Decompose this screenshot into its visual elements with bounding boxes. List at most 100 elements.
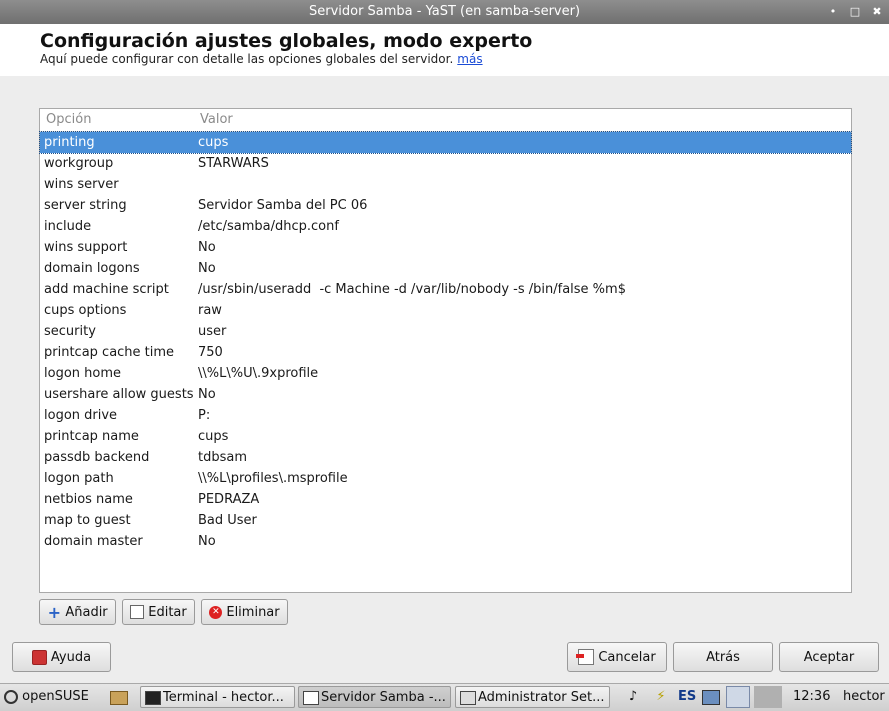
cell-value: \\%L\profiles\.msprofile xyxy=(198,471,348,486)
start-menu-label: openSUSE xyxy=(22,689,89,704)
cell-option: passdb backend xyxy=(44,450,150,465)
window-title: Servidor Samba - YaST (en samba-server) xyxy=(308,4,581,19)
plus-icon: + xyxy=(47,602,62,622)
table-row[interactable]: usershare allow guests No xyxy=(40,384,851,405)
help-button-label: Ayuda xyxy=(50,649,92,665)
cell-option: add machine script xyxy=(44,282,169,297)
workspace-1[interactable] xyxy=(726,686,750,708)
cell-value: /usr/sbin/useradd -c Machine -d /var/lib… xyxy=(198,282,626,297)
table-row[interactable]: printcap name cups xyxy=(40,426,851,447)
network-monitor-icon[interactable] xyxy=(702,686,720,708)
column-header-option[interactable]: Opción xyxy=(46,112,91,127)
edit-button[interactable]: Editar xyxy=(122,599,195,625)
help-icon xyxy=(31,649,47,665)
cell-value: 750 xyxy=(198,345,223,360)
column-header-value[interactable]: Valor xyxy=(200,112,233,127)
table-row[interactable]: printing cups xyxy=(39,131,852,154)
maximize-icon[interactable]: □ xyxy=(849,0,861,24)
file-manager-launcher[interactable] xyxy=(110,686,132,708)
cell-value: STARWARS xyxy=(198,156,269,171)
user-label[interactable]: hector xyxy=(843,686,889,708)
task-samba-label: Servidor Samba -... xyxy=(321,690,446,705)
cell-value: /etc/samba/dhcp.conf xyxy=(198,219,339,234)
accept-button[interactable]: Aceptar xyxy=(779,642,879,672)
task-samba[interactable]: Servidor Samba -... xyxy=(298,686,451,708)
table-row[interactable]: printcap cache time 750 xyxy=(40,342,851,363)
table-row[interactable]: wins support No xyxy=(40,237,851,258)
cell-value: tdbsam xyxy=(198,450,248,465)
start-menu[interactable]: openSUSE xyxy=(4,686,104,708)
clock[interactable]: 12:36 xyxy=(793,686,833,708)
add-button[interactable]: + Añadir xyxy=(39,599,116,625)
cell-value: cups xyxy=(198,429,229,444)
cell-value: No xyxy=(198,387,216,402)
cell-option: logon path xyxy=(44,471,114,486)
task-administrator-label: Administrator Set... xyxy=(478,690,605,705)
table-row[interactable]: include/etc/samba/dhcp.conf xyxy=(40,216,851,237)
table-row[interactable]: server string Servidor Samba del PC 06 xyxy=(40,195,851,216)
cell-option: workgroup xyxy=(44,156,114,171)
more-link[interactable]: más xyxy=(457,52,482,66)
window-titlebar[interactable]: Servidor Samba - YaST (en samba-server) … xyxy=(0,0,889,24)
delete-icon: ✕ xyxy=(209,605,223,619)
cell-option: domain logons xyxy=(44,261,140,276)
table-row[interactable]: domain logons No xyxy=(40,258,851,279)
cell-option: printcap cache time xyxy=(44,345,175,360)
cell-value: PEDRAZA xyxy=(198,492,260,507)
workspace-2[interactable] xyxy=(754,686,782,708)
table-row[interactable]: domain master No xyxy=(40,531,851,552)
subtitle-text: Aquí puede configurar con detalle las op… xyxy=(40,52,454,66)
table-row[interactable]: workgroup STARWARS xyxy=(40,153,851,174)
cell-option: printcap name xyxy=(44,429,139,444)
cell-option: map to guest xyxy=(44,513,131,528)
table-body: printing cups workgroup STARWARS wins server… xyxy=(39,131,852,552)
cell-option: security xyxy=(44,324,96,339)
cancel-button[interactable]: Cancelar xyxy=(567,642,667,672)
cell-value: cups xyxy=(198,135,229,150)
folder-icon xyxy=(110,691,128,705)
table-row[interactable]: map to guest Bad User xyxy=(40,510,851,531)
cell-option: printing xyxy=(44,135,95,150)
keyboard-layout-indicator[interactable]: ES xyxy=(678,686,698,708)
cell-value: No xyxy=(198,261,216,276)
back-button[interactable]: Atrás xyxy=(673,642,773,672)
power-icon[interactable]: ⚡ xyxy=(652,686,670,708)
cell-option: logon home xyxy=(44,366,121,381)
cell-option: include xyxy=(44,219,92,234)
options-table[interactable]: Opción Valor printing cups workgroup STARWA… xyxy=(39,108,852,593)
accept-button-label: Aceptar xyxy=(803,649,855,665)
task-terminal-label: Terminal - hector... xyxy=(163,690,284,705)
cell-option: usershare allow guests xyxy=(44,387,194,402)
cancel-button-label: Cancelar xyxy=(598,649,656,665)
minimize-icon[interactable]: • xyxy=(827,0,839,24)
window-controls: • □ ✖ xyxy=(827,0,883,24)
network-icon xyxy=(460,691,476,705)
taskbar: openSUSE Terminal - hector... Servidor S… xyxy=(0,683,889,711)
delete-button[interactable]: ✕ Eliminar xyxy=(201,599,288,625)
close-icon[interactable]: ✖ xyxy=(871,0,883,24)
table-header: Opción Valor xyxy=(40,109,851,132)
table-row[interactable]: logon drive P: xyxy=(40,405,851,426)
task-administrator[interactable]: Administrator Set... xyxy=(455,686,610,708)
cell-value: No xyxy=(198,240,216,255)
table-row[interactable]: passdb backend tdbsam xyxy=(40,447,851,468)
task-terminal[interactable]: Terminal - hector... xyxy=(140,686,295,708)
cell-value: P: xyxy=(198,408,211,423)
cell-value: Bad User xyxy=(198,513,257,528)
back-button-label: Atrás xyxy=(706,649,740,665)
table-row[interactable]: netbios name PEDRAZA xyxy=(40,489,851,510)
cell-option: domain master xyxy=(44,534,143,549)
table-row[interactable]: logon path \\%L\profiles\.msprofile xyxy=(40,468,851,489)
volume-icon[interactable]: ♪ xyxy=(624,686,642,708)
table-row[interactable]: wins server xyxy=(40,174,851,195)
table-row[interactable]: logon home \\%L\%U\.9xprofile xyxy=(40,363,851,384)
table-row[interactable]: security user xyxy=(40,321,851,342)
cell-value: \\%L\%U\.9xprofile xyxy=(198,366,319,381)
cell-option: wins server xyxy=(44,177,119,192)
cell-option: netbios name xyxy=(44,492,133,507)
add-button-label: Añadir xyxy=(65,604,108,620)
table-row[interactable]: add machine script/usr/sbin/useradd -c M… xyxy=(40,279,851,300)
table-row[interactable]: cups options raw xyxy=(40,300,851,321)
help-button[interactable]: Ayuda xyxy=(12,642,111,672)
window-icon xyxy=(303,691,319,705)
